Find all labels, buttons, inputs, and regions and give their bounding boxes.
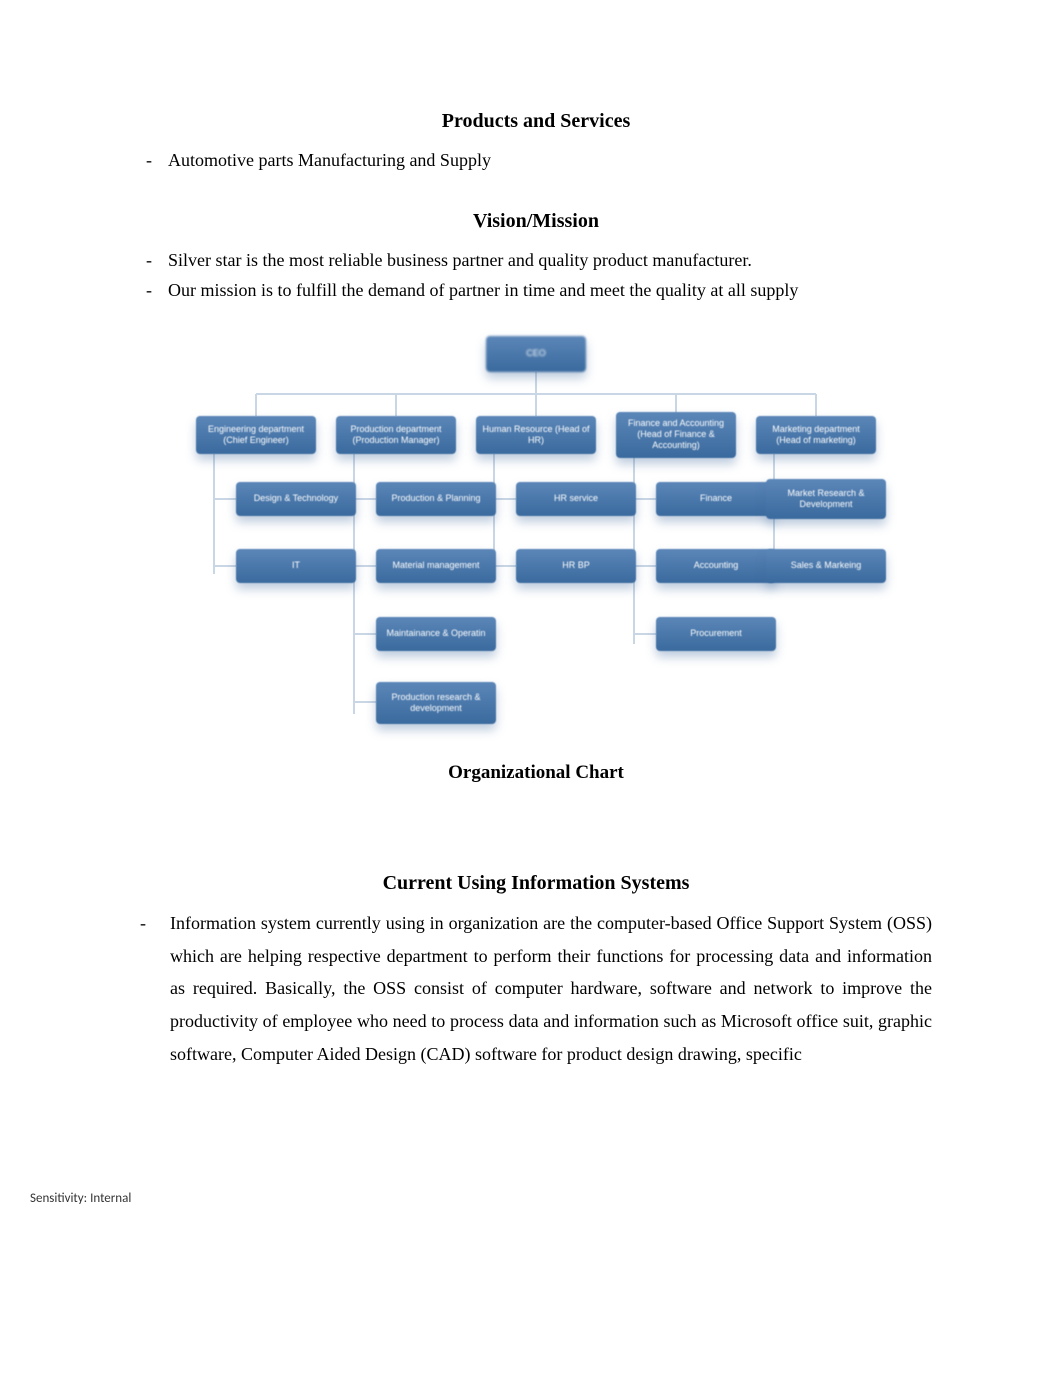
info-systems-list: Information system currently using in or… — [140, 907, 932, 1071]
info-systems-heading: Current Using Information Systems — [140, 872, 932, 895]
org-node-head: Human Resource (Head of HR) — [476, 416, 596, 454]
org-node-child: Sales & Markeing — [766, 549, 886, 583]
org-node-head: Finance and Accounting (Head of Finance … — [616, 412, 736, 458]
org-node-child: Design & Technology — [236, 482, 356, 516]
org-node-child: Procurement — [656, 617, 776, 651]
vision-list: Silver star is the most reliable busines… — [140, 245, 932, 306]
org-node-head: Engineering department (Chief Engineer) — [196, 416, 316, 454]
org-node-head: Production department (Production Manage… — [336, 416, 456, 454]
org-node-head: Marketing department (Head of marketing) — [756, 416, 876, 454]
org-node-child: Finance — [656, 482, 776, 516]
org-node-child: Market Research & Development — [766, 479, 886, 519]
org-node-child: HR BP — [516, 549, 636, 583]
chart-caption: Organizational Chart — [140, 762, 932, 784]
list-item: Silver star is the most reliable busines… — [158, 245, 932, 276]
org-node-child: Accounting — [656, 549, 776, 583]
org-node-child: Material management — [376, 549, 496, 583]
products-heading: Products and Services — [140, 110, 932, 133]
org-node-ceo: CEO — [486, 336, 586, 372]
org-node-child: IT — [236, 549, 356, 583]
list-item: Our mission is to fulfill the demand of … — [158, 275, 932, 306]
org-chart: CEO Engineering department (Chief Engine… — [186, 324, 886, 744]
products-list: Automotive parts Manufacturing and Suppl… — [140, 145, 932, 176]
org-node-child: Maintainance & Operatin — [376, 617, 496, 651]
org-node-child: Production research & development — [376, 682, 496, 724]
vision-heading: Vision/Mission — [140, 210, 932, 233]
sensitivity-footer: Sensitivity: Internal — [30, 1191, 131, 1206]
org-node-child: Production & Planning — [376, 482, 496, 516]
org-node-child: HR service — [516, 482, 636, 516]
list-item: Automotive parts Manufacturing and Suppl… — [158, 145, 932, 176]
list-item: Information system currently using in or… — [158, 907, 932, 1071]
